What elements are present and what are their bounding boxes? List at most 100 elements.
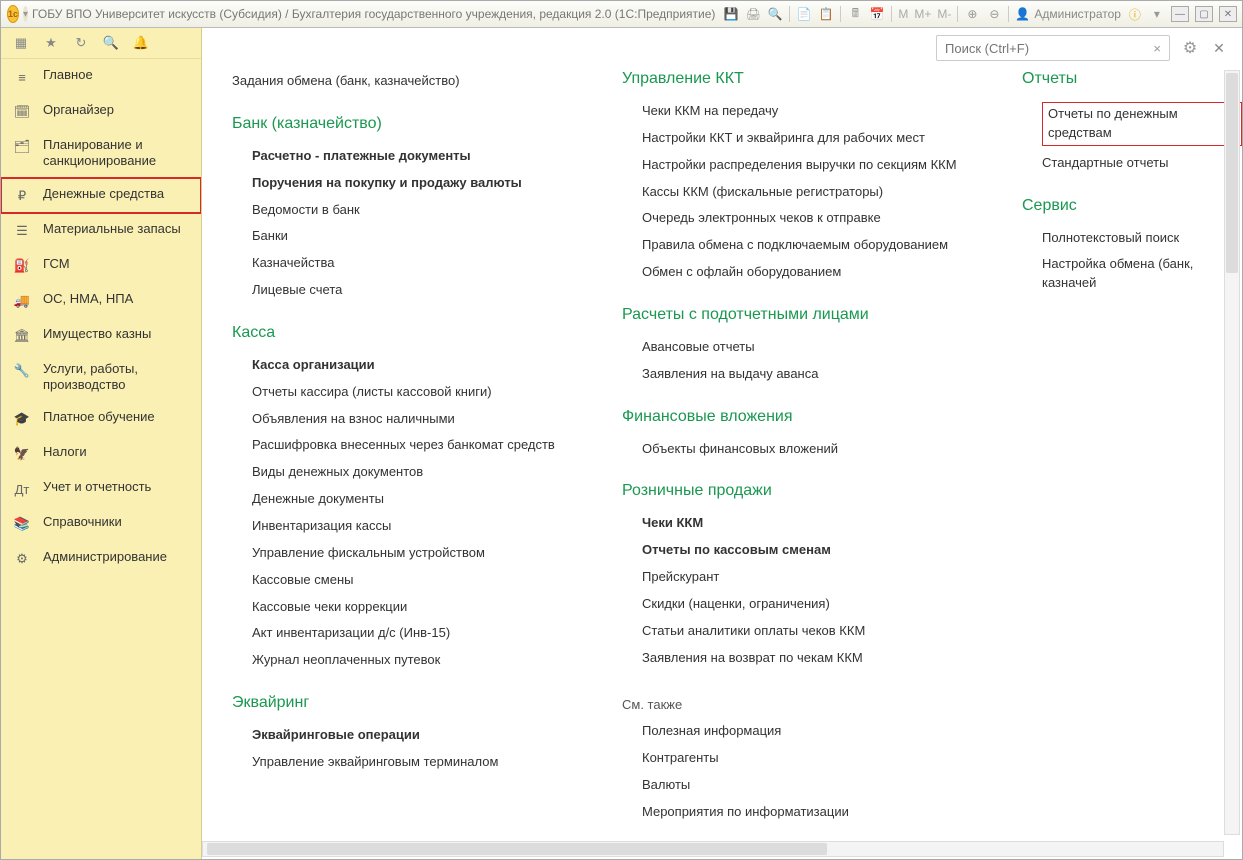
bell-icon[interactable]: 🔔 — [133, 35, 149, 51]
menu-link[interactable]: Кассовые чеки коррекции — [232, 594, 582, 621]
history-icon[interactable]: ↻ — [73, 35, 89, 51]
sidebar-item-5[interactable]: ⛽ГСМ — [1, 248, 201, 283]
menu-link[interactable]: Акт инвентаризации д/с (Инв-15) — [232, 620, 582, 647]
menu-link[interactable]: Управление фискальным устройством — [232, 540, 582, 567]
sidebar-item-9[interactable]: 🎓Платное обучение — [1, 401, 201, 436]
menu-link[interactable]: Очередь электронных чеков к отправке — [622, 205, 982, 232]
zoom-in-icon[interactable]: ⊕ — [964, 6, 980, 22]
user-icon: 👤 — [1015, 7, 1030, 21]
sidebar-item-2[interactable]: 🗂Планирование и санкционирование — [1, 129, 201, 178]
user-menu[interactable]: 👤 Администратор — [1015, 7, 1121, 21]
maximize-button[interactable]: ▢ — [1195, 6, 1213, 22]
group-title: Отчеты — [1022, 70, 1242, 88]
memory-m-minus[interactable]: M- — [937, 7, 951, 21]
close-panel-icon[interactable]: ✕ — [1210, 39, 1228, 57]
info-icon[interactable]: ⓘ — [1127, 6, 1143, 22]
menu-link[interactable]: Ведомости в банк — [232, 197, 582, 224]
memory-m-plus[interactable]: M+ — [914, 7, 931, 21]
menu-link[interactable]: Объекты финансовых вложений — [622, 436, 982, 463]
menu-link[interactable]: Настройки распределения выручки по секци… — [622, 152, 982, 179]
menu-link[interactable]: Поручения на покупку и продажу валюты — [232, 170, 582, 197]
star-icon[interactable]: ★ — [43, 35, 59, 51]
calendar-icon[interactable]: 📅 — [869, 6, 885, 22]
sidebar-item-10[interactable]: 🦅Налоги — [1, 436, 201, 471]
menu-link[interactable]: Касса организации — [232, 352, 582, 379]
menu-link[interactable]: Чеки ККМ — [622, 510, 982, 537]
menu-link[interactable]: Лицевые счета — [232, 277, 582, 304]
scrollbar-thumb[interactable] — [207, 843, 827, 855]
paste-icon[interactable]: 📋 — [818, 6, 834, 22]
menu-link[interactable]: Инвентаризация кассы — [232, 513, 582, 540]
preview-icon[interactable]: 🔍 — [767, 6, 783, 22]
menu-link[interactable]: Правила обмена с подключаемым оборудован… — [622, 232, 982, 259]
menu-link[interactable]: Задания обмена (банк, казначейство) — [232, 68, 582, 95]
column-3: Отчеты Отчеты по денежным средствамСтанда… — [1022, 68, 1242, 297]
sidebar-item-13[interactable]: ⚙Администрирование — [1, 541, 201, 576]
sidebar-item-12[interactable]: 📚Справочники — [1, 506, 201, 541]
menu-link[interactable]: Валюты — [622, 772, 982, 799]
save-icon[interactable]: 💾 — [723, 6, 739, 22]
menu-link[interactable]: Настройки ККТ и эквайринга для рабочих м… — [622, 125, 982, 152]
menu-link[interactable]: Контрагенты — [622, 745, 982, 772]
sidebar-item-6[interactable]: 🚚ОС, НМА, НПА — [1, 283, 201, 318]
zoom-out-icon[interactable]: ⊖ — [986, 6, 1002, 22]
menu-link[interactable]: Денежные документы — [232, 486, 582, 513]
menu-link[interactable]: Прейскурант — [622, 564, 982, 591]
menu-link[interactable]: Кассовые смены — [232, 567, 582, 594]
menu-link[interactable]: Заявления на выдачу аванса — [622, 361, 982, 388]
menu-link[interactable]: Банки — [232, 223, 582, 250]
sidebar-item-4[interactable]: ☰Материальные запасы — [1, 213, 201, 248]
menu-link[interactable]: Казначейства — [232, 250, 582, 277]
menu-link[interactable]: Отчеты по кассовым сменам — [622, 537, 982, 564]
sidebar-item-0[interactable]: ≡Главное — [1, 59, 201, 94]
sidebar-item-icon: 📚 — [13, 515, 31, 533]
menu-link[interactable]: Эквайринговые операции — [232, 722, 582, 749]
menu-link[interactable]: Статьи аналитики оплаты чеков ККМ — [622, 618, 982, 645]
scrollbar-thumb[interactable] — [1226, 73, 1238, 273]
sidebar-item-7[interactable]: 🏛Имущество казны — [1, 318, 201, 353]
menu-link[interactable]: Мероприятия по информатизации — [622, 799, 982, 826]
menu-link[interactable]: Виды денежных документов — [232, 459, 582, 486]
print-icon[interactable]: 🖨 — [745, 6, 761, 22]
gear-icon[interactable]: ⚙ — [1180, 38, 1200, 58]
menu-link[interactable]: Управление эквайринговым терминалом — [232, 749, 582, 776]
close-button[interactable]: ✕ — [1219, 6, 1237, 22]
sidebar-item-icon: ⚙ — [13, 550, 31, 568]
sidebar-item-8[interactable]: 🔧Услуги, работы, производство — [1, 353, 201, 402]
menu-link[interactable]: Стандартные отчеты — [1022, 150, 1242, 177]
vertical-scrollbar[interactable] — [1224, 70, 1240, 835]
sidebar-item-1[interactable]: 🗓Органайзер — [1, 94, 201, 129]
menu-link[interactable]: Чеки ККМ на передачу — [622, 98, 982, 125]
menu-link[interactable]: Заявления на возврат по чекам ККМ — [622, 645, 982, 672]
menu-link[interactable]: Объявления на взнос наличными — [232, 406, 582, 433]
menu-link[interactable]: Журнал неоплаченных путевок — [232, 647, 582, 674]
menu-link[interactable]: Расшифровка внесенных через банкомат сре… — [232, 432, 582, 459]
menu-link[interactable]: Обмен с офлайн оборудованием — [622, 259, 982, 286]
menu-link[interactable]: Отчеты по денежным средствам — [1022, 98, 1242, 150]
menu-link[interactable]: Отчеты кассира (листы кассовой книги) — [232, 379, 582, 406]
search-input[interactable] — [943, 40, 1151, 57]
menu-link[interactable]: Полнотекстовый поиск — [1022, 225, 1242, 252]
horizontal-scrollbar[interactable] — [202, 841, 1224, 857]
menu-link[interactable]: Скидки (наценки, ограничения) — [622, 591, 982, 618]
dropdown-icon[interactable]: ▾ — [23, 6, 28, 22]
group-title: Касса — [232, 324, 582, 342]
dropdown-icon[interactable]: ▾ — [1149, 6, 1165, 22]
sidebar-items: ≡Главное🗓Органайзер🗂Планирование и санкц… — [1, 59, 201, 859]
menu-link[interactable]: Авансовые отчеты — [622, 334, 982, 361]
calc-icon[interactable]: 🖩 — [847, 6, 863, 22]
sidebar-item-3[interactable]: ₽Денежные средства — [1, 178, 201, 213]
menu-link[interactable]: Расчетно - платежные документы — [232, 143, 582, 170]
sidebar-item-11[interactable]: ДтУчет и отчетность — [1, 471, 201, 506]
minimize-button[interactable]: — — [1171, 6, 1189, 22]
apps-icon[interactable]: ▦ — [13, 35, 29, 51]
search-icon[interactable]: 🔍 — [103, 35, 119, 51]
menu-link[interactable]: Кассы ККМ (фискальные регистраторы) — [622, 179, 982, 206]
search-box[interactable]: × — [936, 35, 1170, 61]
menu-link[interactable]: Настройка обмена (банк, казначей — [1022, 251, 1242, 297]
sidebar-item-label: Учет и отчетность — [43, 479, 151, 495]
clear-icon[interactable]: × — [1151, 41, 1163, 56]
memory-m[interactable]: M — [898, 7, 908, 21]
copy-icon[interactable]: 📄 — [796, 6, 812, 22]
menu-link[interactable]: Полезная информация — [622, 718, 982, 745]
